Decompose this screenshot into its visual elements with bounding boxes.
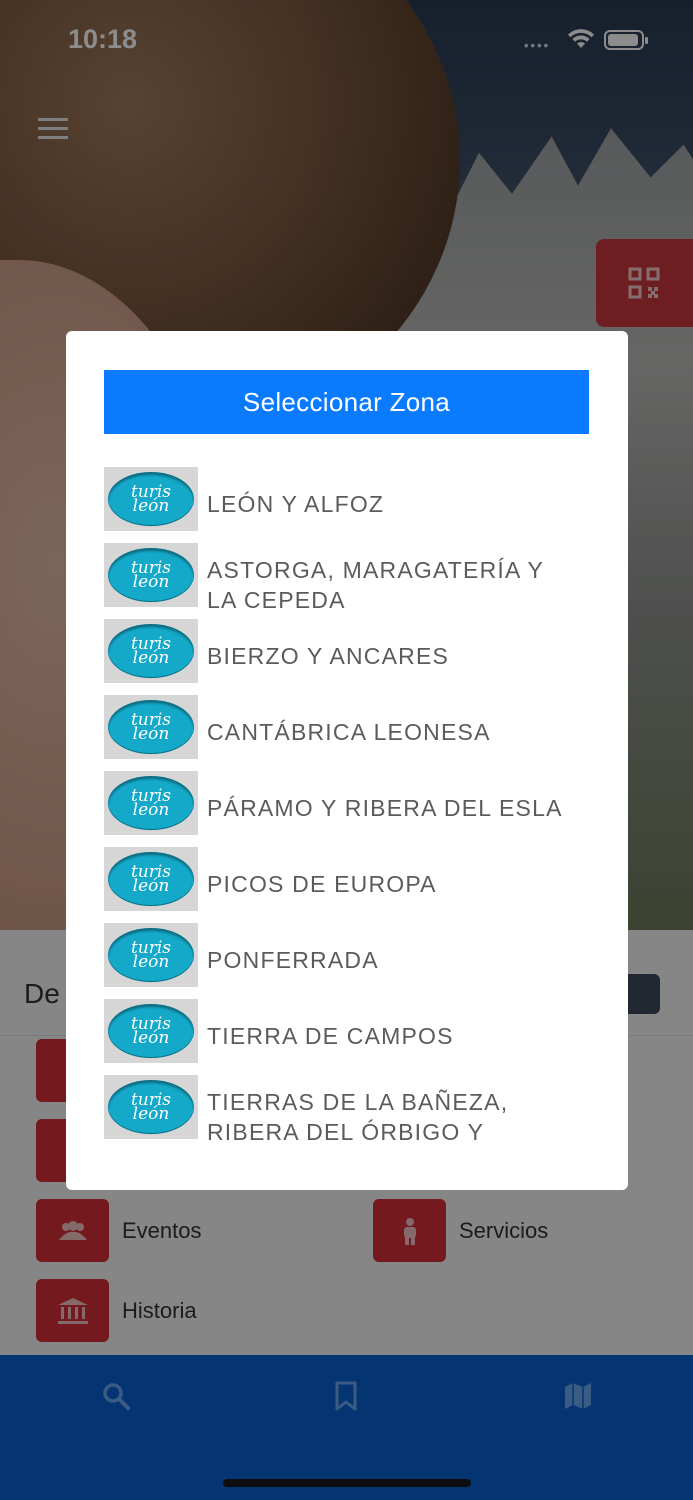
turisleon-logo: turis león: [104, 771, 198, 835]
zone-item[interactable]: turis león PICOS DE EUROPA: [104, 847, 589, 923]
zone-item[interactable]: turis león ASTORGA, MARAGATERÍA Y LA CEPE…: [104, 543, 589, 619]
zone-item[interactable]: turis león TIERRAS DE LA BAÑEZA, RIBERA D…: [104, 1075, 589, 1151]
zone-label: CANTÁBRICA LEONESA: [207, 719, 491, 745]
zone-label: BIERZO Y ANCARES: [207, 643, 450, 669]
zone-item[interactable]: turis león LEÓN Y ALFOZ: [104, 467, 589, 543]
zone-label: LEÓN Y ALFOZ: [207, 491, 385, 517]
zone-item[interactable]: turis león CANTÁBRICA LEONESA: [104, 695, 589, 771]
zone-label: PÁRAMO Y RIBERA DEL ESLA: [207, 795, 563, 821]
zone-item[interactable]: turis león PONFERRADA: [104, 923, 589, 999]
turisleon-logo: turis león: [104, 543, 198, 607]
zone-label: PONFERRADA: [207, 947, 379, 973]
dialog-title: Seleccionar Zona: [104, 370, 589, 434]
turisleon-logo: turis león: [104, 847, 198, 911]
zone-item[interactable]: turis león TIERRA DE CAMPOS: [104, 999, 589, 1075]
turisleon-logo: turis león: [104, 619, 198, 683]
turisleon-logo: turis león: [104, 923, 198, 987]
zone-item[interactable]: turis león PÁRAMO Y RIBERA DEL ESLA: [104, 771, 589, 847]
turisleon-logo: turis león: [104, 999, 198, 1063]
zone-label: ASTORGA, MARAGATERÍA Y LA CEPEDA: [207, 557, 544, 613]
turisleon-logo: turis león: [104, 467, 198, 531]
zone-label: TIERRA DE CAMPOS: [207, 1023, 454, 1049]
turisleon-logo: turis león: [104, 1075, 198, 1139]
select-zone-dialog: Seleccionar Zona turis león LEÓN Y ALFOZ …: [66, 331, 628, 1190]
zone-item[interactable]: turis león BIERZO Y ANCARES: [104, 619, 589, 695]
zone-list: turis león LEÓN Y ALFOZ turis león ASTORGA…: [104, 467, 589, 1151]
zone-label: TIERRAS DE LA BAÑEZA, RIBERA DEL ÓRBIGO …: [207, 1089, 509, 1145]
turisleon-logo: turis león: [104, 695, 198, 759]
zone-label: PICOS DE EUROPA: [207, 871, 437, 897]
